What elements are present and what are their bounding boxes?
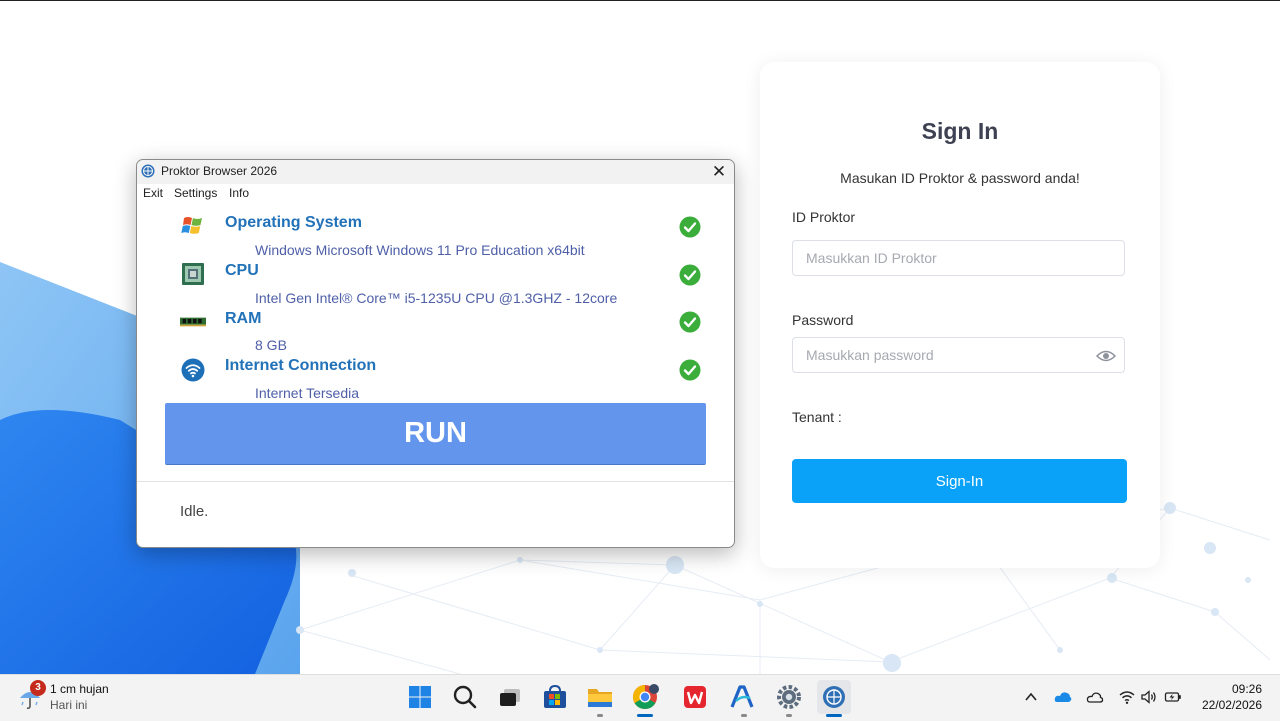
proktor-browser-window: Proktor Browser 2026 ✕ Exit Settings Inf… — [136, 159, 735, 548]
chevron-up-icon[interactable] — [1022, 688, 1040, 706]
wps-office-icon[interactable] — [680, 682, 710, 712]
wifi-icon[interactable] — [1118, 688, 1136, 706]
taskbar: 3 1 cm hujan Hari ini 09:26 22/02/2026 — [0, 674, 1280, 721]
ram-module-icon — [180, 317, 206, 327]
anthology-icon[interactable] — [727, 682, 757, 712]
spec-title-internet: Internet Connection — [225, 357, 377, 374]
search-icon[interactable] — [450, 682, 480, 712]
run-button[interactable]: RUN — [165, 403, 706, 465]
clock-date[interactable]: 22/02/2026 — [1190, 698, 1262, 712]
check-icon — [679, 264, 701, 286]
battery-icon[interactable] — [1164, 688, 1182, 706]
weather-subtext: Hari ini — [50, 698, 88, 712]
task-view-icon[interactable] — [495, 682, 525, 712]
start-icon[interactable] — [405, 682, 435, 712]
window-title: Proktor Browser 2026 — [161, 164, 278, 178]
spec-title-os: Operating System — [225, 214, 362, 231]
password-input[interactable] — [792, 337, 1125, 373]
spec-title-ram: RAM — [225, 310, 262, 327]
status-text: Idle. — [180, 503, 209, 520]
menu-bar: Exit Settings Info — [137, 184, 734, 204]
sign-in-subtitle: Masukan ID Proktor & password anda! — [840, 170, 1080, 186]
onedrive-icon[interactable] — [1054, 688, 1072, 706]
cloud-icon[interactable] — [1086, 688, 1104, 706]
cpu-chip-icon — [182, 263, 204, 285]
clock-time[interactable]: 09:26 — [1200, 682, 1262, 696]
menu-settings[interactable]: Settings — [174, 186, 217, 200]
store-icon[interactable] — [540, 682, 570, 712]
proktor-browser-icon[interactable] — [817, 680, 851, 714]
divider — [137, 481, 734, 482]
active-indicator — [826, 714, 842, 717]
check-icon — [679, 216, 701, 238]
wifi-icon — [181, 358, 205, 382]
id-proktor-input[interactable] — [792, 240, 1125, 276]
close-icon[interactable]: ✕ — [707, 160, 731, 184]
sign-in-button[interactable]: Sign-In — [792, 459, 1127, 503]
check-icon — [679, 359, 701, 381]
id-proktor-label: ID Proktor — [792, 209, 856, 225]
active-indicator — [637, 714, 653, 717]
spec-title-cpu: CPU — [225, 262, 259, 279]
weather-badge: 3 — [30, 680, 46, 696]
sign-in-title: Sign In — [921, 118, 999, 144]
spec-value-cpu: Intel Gen Intel® Core™ i5-1235U CPU @1.3… — [255, 290, 618, 306]
menu-info[interactable]: Info — [229, 186, 249, 200]
check-icon — [679, 311, 701, 333]
running-indicator — [597, 714, 603, 717]
menu-exit[interactable]: Exit — [143, 186, 163, 200]
proktor-browser-icon — [141, 164, 155, 178]
weather-text[interactable]: 1 cm hujan — [50, 682, 109, 696]
spec-value-os: Windows Microsoft Windows 11 Pro Educati… — [255, 242, 585, 258]
volume-icon[interactable] — [1140, 688, 1158, 706]
window-titlebar[interactable]: Proktor Browser 2026 ✕ — [137, 160, 734, 184]
spec-value-internet: Internet Tersedia — [255, 385, 360, 401]
running-indicator — [741, 714, 747, 717]
screen-top-border — [0, 0, 1280, 1]
running-indicator — [786, 714, 792, 717]
windows-logo-icon — [181, 217, 202, 234]
sign-in-card: Sign In Masukan ID Proktor & password an… — [760, 62, 1160, 568]
file-explorer-icon[interactable] — [585, 682, 615, 712]
show-password-eye-icon[interactable] — [1096, 349, 1116, 363]
spec-value-ram: 8 GB — [255, 337, 287, 353]
password-label: Password — [792, 312, 854, 328]
chrome-icon[interactable] — [630, 682, 660, 712]
tenant-label: Tenant : — [792, 409, 842, 425]
settings-icon[interactable] — [774, 682, 804, 712]
